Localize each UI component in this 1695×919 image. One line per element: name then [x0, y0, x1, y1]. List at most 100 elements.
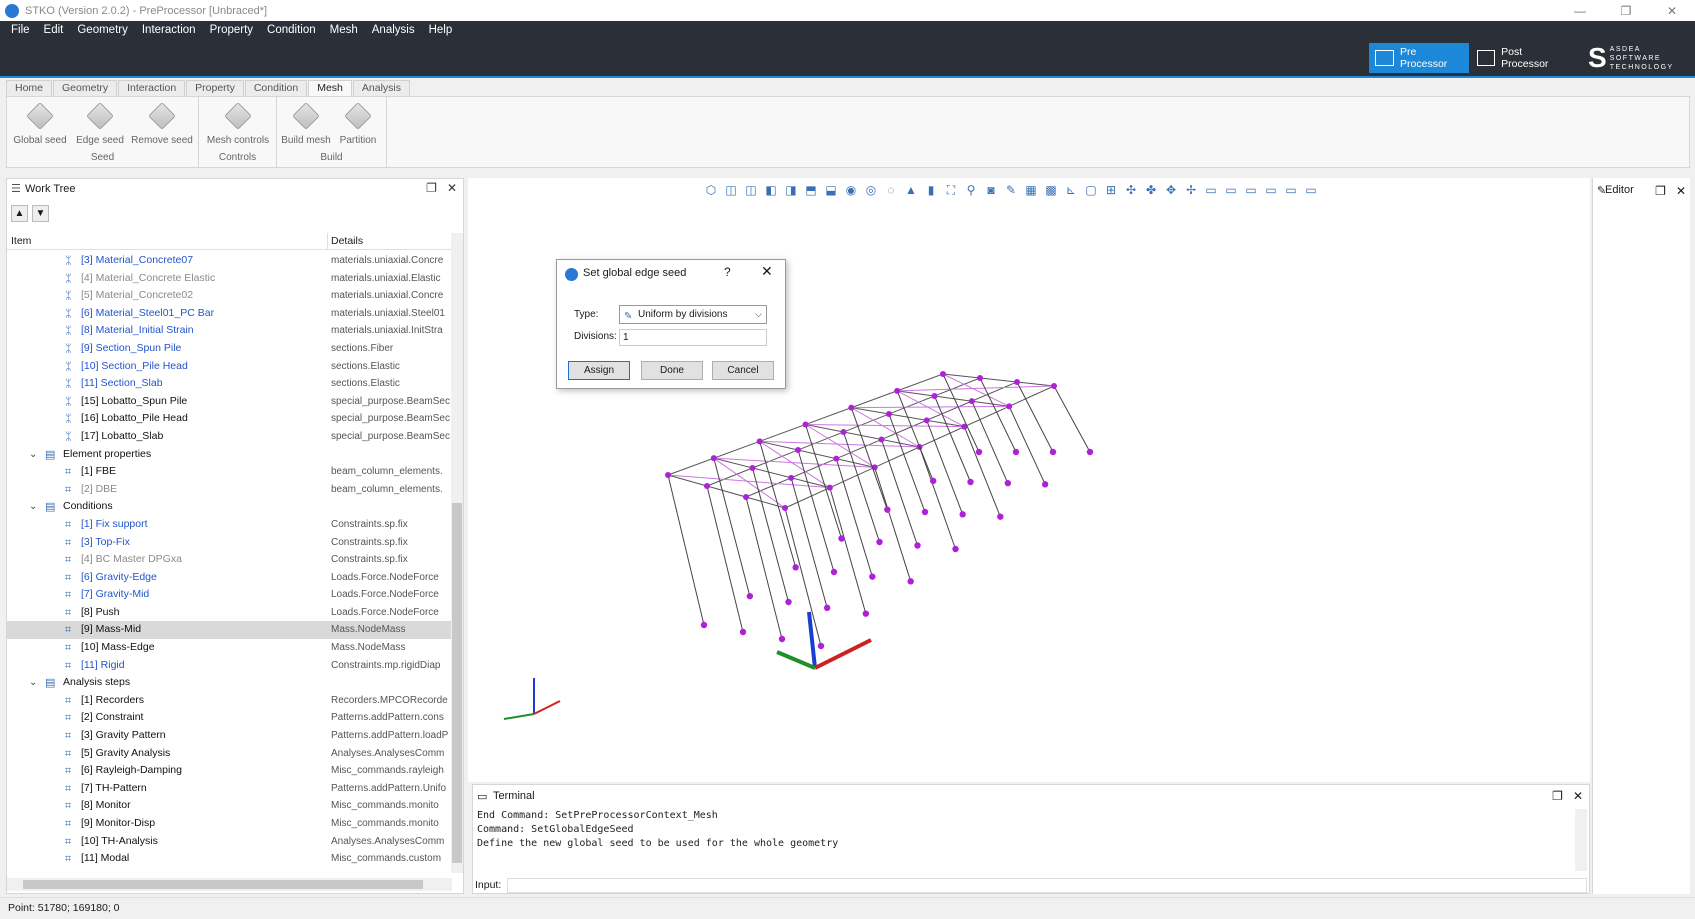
- mesh-node[interactable]: [838, 535, 845, 542]
- tree-item-row[interactable]: ᛯ [4] Material_Concrete Elastic materials.…: [7, 270, 452, 288]
- mesh-node[interactable]: [921, 508, 929, 516]
- close-panel-icon[interactable]: ✕: [447, 181, 457, 195]
- menu-mesh[interactable]: Mesh: [323, 21, 365, 41]
- assign-button[interactable]: Assign: [568, 361, 630, 380]
- tab-interaction[interactable]: Interaction: [118, 80, 186, 96]
- mesh-node[interactable]: [840, 429, 847, 435]
- column-divider[interactable]: [327, 233, 328, 250]
- mesh-node[interactable]: [968, 398, 975, 405]
- tree-item-row[interactable]: ⌗ [11] Modal Misc_commands.custom: [7, 850, 452, 868]
- tree-item-row[interactable]: ᛯ [16] Lobatto_Pile Head special_purpose.B…: [7, 410, 452, 428]
- mesh-node[interactable]: [997, 513, 1004, 520]
- pile-line[interactable]: [759, 441, 797, 568]
- mesh-node[interactable]: [848, 404, 855, 411]
- pre-processor-button[interactable]: Pre Processor: [1369, 43, 1469, 73]
- mesh-node[interactable]: [823, 604, 831, 612]
- pile-line[interactable]: [829, 487, 867, 614]
- minimize-button[interactable]: —: [1557, 0, 1603, 21]
- global-seed-button[interactable]: Global seed: [11, 102, 69, 146]
- mesh-node[interactable]: [802, 421, 809, 428]
- mesh-node[interactable]: [743, 494, 749, 500]
- tree-item-row[interactable]: ⌗ [10] TH-Analysis Analyses.AnalysesComm: [7, 833, 452, 851]
- mesh-node[interactable]: [710, 455, 717, 462]
- mesh-controls-button[interactable]: Mesh controls: [207, 102, 269, 146]
- mesh-node[interactable]: [894, 387, 901, 394]
- post-processor-button[interactable]: Post Processor: [1471, 43, 1571, 73]
- vertical-scroll-thumb[interactable]: [452, 503, 462, 863]
- divisions-field[interactable]: 1: [619, 329, 767, 346]
- terminal-float-icon[interactable]: ❐: [1552, 789, 1563, 803]
- mesh-node[interactable]: [929, 477, 937, 485]
- horizontal-scroll-thumb[interactable]: [23, 880, 423, 889]
- pile-line[interactable]: [784, 507, 822, 647]
- expand-arrow-icon[interactable]: ⌄: [29, 674, 37, 692]
- mesh-node[interactable]: [975, 448, 983, 456]
- mesh-node[interactable]: [869, 573, 876, 580]
- mesh-node[interactable]: [1049, 448, 1057, 456]
- mesh-node[interactable]: [792, 564, 799, 571]
- tree-item-row[interactable]: ᛯ [11] Section_Slab sections.Elastic: [7, 375, 452, 393]
- pile-line[interactable]: [979, 377, 1017, 453]
- float-panel-icon[interactable]: ❐: [426, 181, 437, 195]
- tree-item-row[interactable]: ⌗ [1] FBE beam_column_elements.: [7, 463, 452, 481]
- y-axis[interactable]: [776, 650, 816, 670]
- mesh-node[interactable]: [1041, 481, 1049, 488]
- mesh-node[interactable]: [1004, 479, 1012, 487]
- pile-line[interactable]: [805, 424, 842, 539]
- mesh-node[interactable]: [959, 511, 966, 518]
- remove-seed-button[interactable]: Remove seed: [131, 102, 193, 146]
- editor-float-icon[interactable]: ❐: [1655, 184, 1666, 198]
- tree-item-row[interactable]: ᛯ [9] Section_Spun Pile sections.Fiber: [7, 340, 452, 358]
- mesh-node[interactable]: [884, 506, 891, 513]
- work-tree-horizontal-scrollbar[interactable]: [7, 878, 452, 891]
- menu-condition[interactable]: Condition: [260, 21, 323, 41]
- mesh-node[interactable]: [788, 474, 795, 481]
- pile-line[interactable]: [919, 446, 956, 550]
- mesh-node[interactable]: [746, 592, 754, 600]
- mesh-node[interactable]: [907, 578, 914, 585]
- menu-help[interactable]: Help: [422, 21, 460, 41]
- mesh-node[interactable]: [826, 484, 833, 491]
- build-mesh-button[interactable]: Build mesh: [277, 102, 335, 146]
- tab-property[interactable]: Property: [186, 80, 244, 96]
- mesh-node[interactable]: [833, 455, 840, 462]
- pile-line[interactable]: [752, 467, 789, 603]
- tree-item-row[interactable]: ⌗ [7] TH-Pattern Patterns.addPattern.Unifo: [7, 780, 452, 798]
- tree-item-row[interactable]: ⌗ [8] Push Loads.Force.NodeForce: [7, 604, 452, 622]
- edge-seed-button[interactable]: Edge seed: [71, 102, 129, 146]
- mesh-node[interactable]: [952, 545, 959, 553]
- tree-item-row[interactable]: ⌗ [6] Gravity-Edge Loads.Force.NodeForce: [7, 569, 452, 587]
- tree-item-row[interactable]: ⌗ [7] Gravity-Mid Loads.Force.NodeForce: [7, 586, 452, 604]
- mesh-node[interactable]: [923, 417, 930, 424]
- tree-item-row[interactable]: ⌗ [3] Gravity Pattern Patterns.addPattern.…: [7, 727, 452, 745]
- pile-line[interactable]: [1016, 381, 1054, 453]
- mesh-node[interactable]: [665, 472, 671, 478]
- tree-item-row[interactable]: ᛯ [10] Section_Pile Head sections.Elastic: [7, 358, 452, 376]
- maximize-button[interactable]: ❐: [1603, 0, 1649, 21]
- pile-line[interactable]: [963, 426, 1001, 517]
- terminal-close-icon[interactable]: ✕: [1573, 789, 1583, 803]
- mesh-node[interactable]: [977, 375, 983, 381]
- mesh-node[interactable]: [700, 621, 708, 629]
- pile-line[interactable]: [1008, 406, 1046, 485]
- pile-line[interactable]: [971, 400, 1009, 484]
- pile-line[interactable]: [896, 390, 934, 482]
- tab-geometry[interactable]: Geometry: [53, 80, 118, 96]
- menu-analysis[interactable]: Analysis: [365, 21, 422, 41]
- mesh-node[interactable]: [1006, 403, 1013, 410]
- tree-item-row[interactable]: ᛯ [5] Material_Concrete02 materials.uniaxi…: [7, 287, 452, 305]
- move-up-icon[interactable]: ▲: [11, 205, 28, 222]
- tree-item-row[interactable]: ⌗ [4] BC Master DPGxa Constraints.sp.fix: [7, 551, 452, 569]
- x-axis-small[interactable]: [533, 700, 561, 715]
- mesh-line[interactable]: [805, 424, 965, 428]
- mesh-node[interactable]: [778, 635, 786, 643]
- mesh-node[interactable]: [1051, 383, 1057, 389]
- expand-arrow-icon[interactable]: ⌄: [29, 446, 37, 464]
- type-select[interactable]: ✎ Uniform by divisions ⌵: [619, 305, 767, 324]
- menu-interaction[interactable]: Interaction: [135, 21, 203, 41]
- beam-line[interactable]: [942, 373, 1055, 387]
- mesh-node[interactable]: [795, 447, 801, 453]
- pile-line[interactable]: [926, 420, 964, 515]
- tree-item-row[interactable]: ᛯ [15] Lobatto_Spun Pile special_purpose.B…: [7, 393, 452, 411]
- tree-item-row[interactable]: ⌗ [8] Monitor Misc_commands.monito: [7, 797, 452, 815]
